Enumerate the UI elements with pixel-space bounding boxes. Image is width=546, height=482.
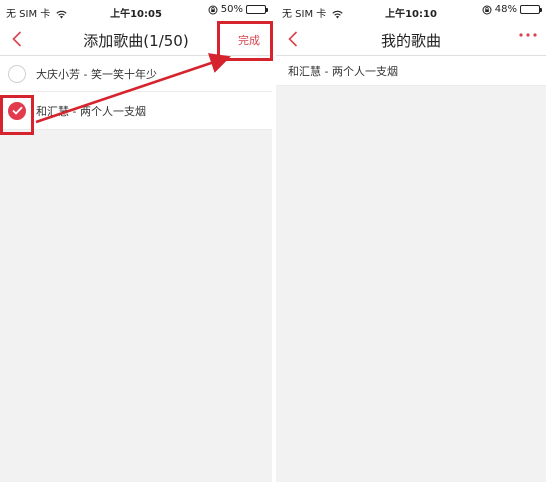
- checkbox-highlight-box: [0, 95, 34, 135]
- left-screen: 无 SIM 卡 上午10:05 50% 添加歌曲(1/50) 完成 大庆小芳 -…: [0, 0, 272, 482]
- song-title: 和汇慧 - 两个人一支烟: [288, 64, 398, 78]
- song-title: 大庆小芳 - 笑一笑十年少: [36, 67, 157, 81]
- song-row[interactable]: 和汇慧 - 两个人一支烟: [0, 92, 272, 130]
- battery-icon: [246, 5, 268, 14]
- more-dots-icon[interactable]: [518, 32, 538, 38]
- rotation-lock-icon: [482, 5, 492, 14]
- rotation-lock-icon: [208, 5, 218, 14]
- battery-percent: 48%: [494, 4, 517, 15]
- status-bar: 无 SIM 卡 上午10:05 50%: [0, 0, 272, 22]
- done-highlight-box: [217, 21, 273, 61]
- song-list: 大庆小芳 - 笑一笑十年少 和汇慧 - 两个人一支烟: [0, 56, 272, 130]
- status-bar: 无 SIM 卡 上午10:10 48%: [276, 0, 546, 22]
- nav-bar: 我的歌曲: [276, 22, 546, 56]
- song-select-radio[interactable]: [8, 64, 26, 83]
- song-title: 和汇慧 - 两个人一支烟: [36, 104, 146, 118]
- battery-icon: [520, 5, 542, 14]
- battery-percent: 50%: [220, 4, 243, 15]
- song-row[interactable]: 大庆小芳 - 笑一笑十年少: [0, 56, 272, 92]
- list-item[interactable]: 和汇慧 - 两个人一支烟: [276, 56, 546, 86]
- right-screen: 无 SIM 卡 上午10:10 48% 我的歌曲 和汇慧 - 两个人一支烟: [276, 0, 546, 482]
- page-title: 我的歌曲: [380, 32, 441, 50]
